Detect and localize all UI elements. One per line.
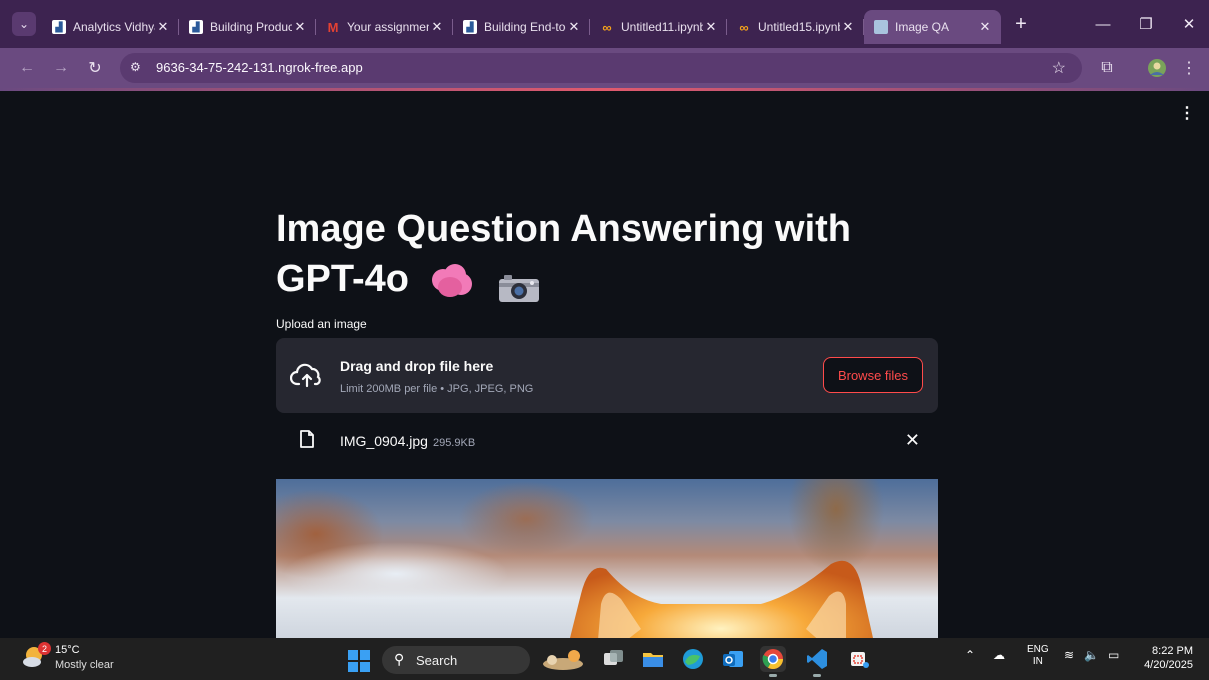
tab-untitled11[interactable]: ∞ Untitled11.ipynb ✕ [590,10,727,44]
battery-icon[interactable]: ▭ [1108,648,1119,662]
region-code: IN [1032,656,1043,667]
search-icon: ⚲ [394,651,405,667]
gmail-icon: M [327,19,339,35]
analytics-vidhya-icon: ▟ [189,20,203,34]
image-preview [276,479,938,638]
file-explorer-icon[interactable] [640,646,666,672]
window-close-icon[interactable]: ✕ [1174,12,1204,36]
outlook-icon[interactable] [720,646,746,672]
snipping-tool-icon[interactable] [846,646,872,672]
tab-image-qa[interactable]: Image QA ✕ [864,10,1001,44]
system-clock[interactable]: 8:22 PM 4/20/2025 [1144,644,1193,672]
volume-icon[interactable]: 🔈 [1084,648,1099,662]
colab-icon: ∞ [739,19,749,35]
clock-date: 4/20/2025 [1144,659,1193,671]
close-icon[interactable]: ✕ [292,19,308,35]
tab-search-button[interactable]: ⌄ [12,12,36,36]
page-title-text: Image Question Answering with GPT-4o [276,208,851,300]
onedrive-cloud-icon[interactable]: ☁ [993,648,1005,662]
cat-photo [570,560,873,638]
wifi-icon[interactable]: ≋ [1064,648,1074,662]
tab-title: Analytics Vidhya [73,20,155,34]
colab-icon: ∞ [602,19,612,35]
minimize-icon[interactable]: — [1088,12,1118,36]
tab-title: Untitled11.ipynb [621,20,703,34]
url-text[interactable]: 9636-34-75-242-131.ngrok-free.app [156,60,363,75]
tab-title: Building Products [210,20,292,34]
file-name-text: IMG_0904.jpg [340,433,428,449]
site-settings-icon[interactable]: ⚙ [130,60,148,76]
weather-badge: 2 [38,642,51,655]
extensions-icon[interactable]: ⧉ [1096,57,1118,79]
close-icon[interactable]: ✕ [703,19,719,35]
input-language[interactable]: ENG IN [1027,644,1049,668]
windows-start-icon[interactable] [348,650,370,672]
new-tab-button[interactable]: + [1007,10,1035,38]
browser-toolbar: ← → ↻ ⚙ 9636-34-75-242-131.ngrok-free.ap… [0,48,1209,88]
close-icon[interactable]: ✕ [566,19,582,35]
browse-files-button[interactable]: Browse files [823,357,923,393]
camera-emoji-icon [498,266,540,302]
tab-your-assignments[interactable]: M Your assignments ✕ [316,10,453,44]
back-icon[interactable]: ← [16,57,38,79]
tab-building-end-to-end[interactable]: ▟ Building End-to-End ✕ [453,10,590,44]
cloud-upload-icon [290,363,321,388]
tab-analytics-vidhya[interactable]: ▟ Analytics Vidhya ✕ [42,10,179,44]
reload-icon[interactable]: ↻ [84,57,106,79]
chrome-app-icon[interactable] [760,646,786,677]
close-icon[interactable]: ✕ [429,19,445,35]
tab-title: Your assignments [347,20,429,34]
browser-menu-icon[interactable]: ⋮ [1178,57,1200,79]
address-bar[interactable]: ⚙ 9636-34-75-242-131.ngrok-free.app ☆ [120,53,1082,83]
language-code: ENG [1027,644,1049,655]
task-view-icon[interactable] [600,646,626,672]
remove-file-icon[interactable]: ✕ [905,430,920,451]
close-icon[interactable]: ✕ [977,19,993,35]
tab-strip: ⌄ ▟ Analytics Vidhya ✕ ▟ Building Produc… [0,0,1209,48]
vscode-icon[interactable] [804,646,830,677]
file-icon [300,430,314,448]
app-menu-icon[interactable]: ⋮ [1179,103,1195,123]
bookmark-star-icon[interactable]: ☆ [1052,58,1066,78]
weather-condition[interactable]: Mostly clear [55,659,114,671]
uploaded-file-row: IMG_0904.jpg 295.9KB ✕ [276,422,938,462]
windows-taskbar: 2 15°C Mostly clear ⚲ Search ⌃ ☁ ENG IN … [0,638,1209,680]
app-main: ⋮ Image Question Answering with GPT-4o U… [0,91,1209,638]
file-size: 295.9KB [432,437,476,449]
widgets-app-icon[interactable] [540,646,586,672]
page-title: Image Question Answering with GPT-4o [276,204,896,304]
close-icon[interactable]: ✕ [155,19,171,35]
chevron-down-icon: ⌄ [18,17,30,31]
brain-emoji-icon [430,263,474,299]
dropzone-limit-text: Limit 200MB per file • JPG, JPEG, PNG [340,383,534,395]
tab-title: Image QA [895,20,950,34]
forward-icon[interactable]: → [50,57,72,79]
file-name: IMG_0904.jpg 295.9KB [340,433,475,449]
edge-browser-icon[interactable] [680,646,706,672]
taskbar-search-label: Search [416,653,458,668]
show-hidden-icons[interactable]: ⌃ [965,648,975,662]
tab-untitled15[interactable]: ∞ Untitled15.ipynb ✕ [727,10,864,44]
clock-time: 8:22 PM [1152,645,1193,657]
dropzone-instructions: Drag and drop file here [340,358,494,374]
tab-building-products[interactable]: ▟ Building Products ✕ [179,10,316,44]
image-icon [874,20,888,34]
close-icon[interactable]: ✕ [840,19,856,35]
file-dropzone[interactable]: Drag and drop file here Limit 200MB per … [276,338,938,413]
upload-label: Upload an image [276,317,367,331]
tab-title: Building End-to-End [484,20,566,34]
taskbar-search[interactable]: ⚲ Search [382,646,530,674]
profile-avatar-icon[interactable] [1146,57,1168,79]
tab-title: Untitled15.ipynb [758,20,840,34]
browser-chrome: ⌄ ▟ Analytics Vidhya ✕ ▟ Building Produc… [0,0,1209,91]
analytics-vidhya-icon: ▟ [463,20,477,34]
weather-temp[interactable]: 15°C [55,644,80,656]
analytics-vidhya-icon: ▟ [52,20,66,34]
restore-icon[interactable]: ❐ [1131,12,1161,36]
